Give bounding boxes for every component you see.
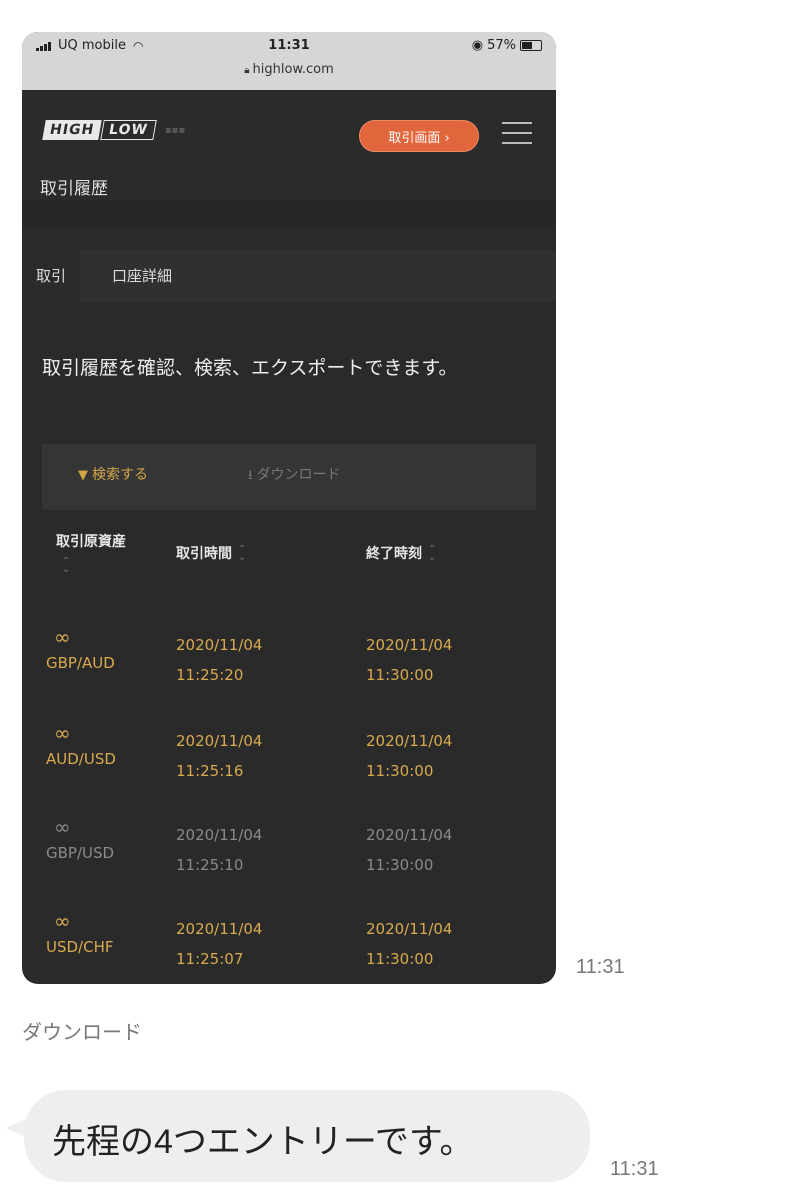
battery-percent: 57% <box>487 38 516 53</box>
end-time-date: 2020/11/04 <box>366 732 453 750</box>
end-time-date: 2020/11/04 <box>366 920 453 938</box>
page-title: 取引履歴 <box>40 179 108 199</box>
sort-icon: ⌃ ⌄ <box>238 544 247 563</box>
end-time-date: 2020/11/04 <box>366 636 453 654</box>
header-end-time-label: 終了時刻 <box>366 546 422 562</box>
sort-icon: ⌃ ⌄ <box>428 544 437 563</box>
trade-time-cell: 2020/11/04 11:25:10 <box>176 820 262 880</box>
header-asset[interactable]: 取引原資産 ⌃ ⌄ <box>56 530 128 578</box>
asset-name: USD/CHF <box>46 938 114 956</box>
end-time-cell: 2020/11/04 11:30:00 <box>366 914 452 974</box>
orientation-lock-icon: ◉ <box>471 38 484 53</box>
text-message-content: 先程の4つエントリーです。 <box>52 1123 474 1161</box>
currency-pair-icon: ∞ <box>54 625 71 649</box>
header-end-time[interactable]: 終了時刻 ⌃ ⌄ <box>366 542 436 566</box>
trade-time-clock: 11:25:07 <box>176 950 244 968</box>
trade-time-date: 2020/11/04 <box>176 732 263 750</box>
asset-cell: ∞ USD/CHF <box>46 906 146 956</box>
chat-screen: UQ mobile ◠ 11:31 🔒︎ highlow.com ◉ 57% HI… <box>0 0 788 1200</box>
table-row[interactable]: ∞ GBP/USD 2020/11/04 11:25:10 2020/11/04 11:3… <box>42 812 536 904</box>
hamburger-menu-icon[interactable] <box>502 122 532 146</box>
asset-name: GBP/AUD <box>46 654 115 672</box>
trade-time-cell: 2020/11/04 11:25:07 <box>176 914 262 974</box>
trade-time-date: 2020/11/04 <box>176 826 263 844</box>
lock-icon: 🔒︎ <box>244 65 250 76</box>
action-bar: ▼ 検索する ⭳ ダウンロード <box>42 444 536 510</box>
search-label: 検索する <box>92 467 148 483</box>
header-asset-label: 取引原資産 <box>56 534 126 550</box>
download-icon: ⭳ <box>248 468 253 483</box>
end-time-clock: 11:30:00 <box>366 950 434 968</box>
currency-pair-icon: ∞ <box>54 721 71 745</box>
table-row[interactable]: ∞ AUD/USD 2020/11/04 11:25:16 2020/11/04 11:3… <box>42 718 536 810</box>
text-message-time: 11:31 <box>610 1158 659 1180</box>
table-row[interactable]: ∞ USD/CHF 2020/11/04 11:25:07 2020/11/04 11:3… <box>42 906 536 984</box>
currency-pair-icon: ∞ <box>54 815 71 839</box>
url-text: highlow.com <box>252 62 334 77</box>
screenshot-image-message[interactable]: UQ mobile ◠ 11:31 🔒︎ highlow.com ◉ 57% HI… <box>22 32 556 984</box>
trade-time-date: 2020/11/04 <box>176 920 263 938</box>
download-button[interactable]: ⭳ ダウンロード <box>248 464 341 488</box>
asset-cell: ∞ GBP/USD <box>46 812 146 862</box>
end-time-cell: 2020/11/04 11:30:00 <box>366 820 452 880</box>
filter-icon: ▼ <box>78 468 88 483</box>
trade-screen-button[interactable]: 取引画面 › <box>359 120 479 152</box>
intro-text: 取引履歴を確認、検索、エクスポートできます。 <box>42 357 458 379</box>
end-time-clock: 11:30:00 <box>366 856 434 874</box>
logo-decoration: ▪▪▪ <box>164 124 186 136</box>
search-button[interactable]: ▼ 検索する <box>78 464 148 484</box>
logo-low-text: LOW <box>100 120 157 140</box>
asset-cell: ∞ AUD/USD <box>46 718 146 768</box>
battery-icon <box>520 40 542 51</box>
status-right: ◉ 57% <box>472 38 542 53</box>
header-trade-time-label: 取引時間 <box>176 546 232 562</box>
browser-url: 🔒︎ highlow.com <box>22 62 556 77</box>
end-time-clock: 11:30:00 <box>366 762 434 780</box>
table-row[interactable]: ∞ GBP/AUD 2020/11/04 11:25:20 2020/11/04 11:3… <box>42 622 536 714</box>
trade-time-clock: 11:25:16 <box>176 762 244 780</box>
image-message-time: 11:31 <box>576 956 625 978</box>
asset-name: GBP/USD <box>46 844 115 862</box>
tab-account-details[interactable]: 口座詳細 <box>98 250 186 302</box>
end-time-cell: 2020/11/04 11:30:00 <box>366 726 452 786</box>
trade-time-clock: 11:25:10 <box>176 856 244 874</box>
end-time-date: 2020/11/04 <box>366 826 453 844</box>
phone-status-bar: UQ mobile ◠ 11:31 🔒︎ highlow.com ◉ 57% <box>22 32 556 90</box>
trade-time-cell: 2020/11/04 11:25:20 <box>176 630 262 690</box>
asset-name: AUD/USD <box>46 750 116 768</box>
download-label: ダウンロード <box>256 467 341 483</box>
trade-time-cell: 2020/11/04 11:25:16 <box>176 726 262 786</box>
header-trade-time[interactable]: 取引時間 ⌃ ⌄ <box>176 542 246 566</box>
highlow-logo[interactable]: HIGH LOW ▪▪▪ <box>42 120 186 140</box>
site-header: HIGH LOW ▪▪▪ 取引画面 › 取引履歴 <box>22 90 556 200</box>
end-time-clock: 11:30:00 <box>366 666 434 684</box>
end-time-cell: 2020/11/04 11:30:00 <box>366 630 452 690</box>
asset-cell: ∞ GBP/AUD <box>46 622 146 672</box>
logo-high-text: HIGH <box>42 120 102 140</box>
sort-icon: ⌃ ⌄ <box>62 556 71 575</box>
attachment-caption[interactable]: ダウンロード <box>22 1016 142 1045</box>
title-divider <box>22 200 556 226</box>
tab-bar: 取引 口座詳細 <box>22 250 556 302</box>
tab-trades[interactable]: 取引 <box>22 250 81 302</box>
trade-time-clock: 11:25:20 <box>176 666 244 684</box>
currency-pair-icon: ∞ <box>54 909 71 933</box>
trade-time-date: 2020/11/04 <box>176 636 263 654</box>
